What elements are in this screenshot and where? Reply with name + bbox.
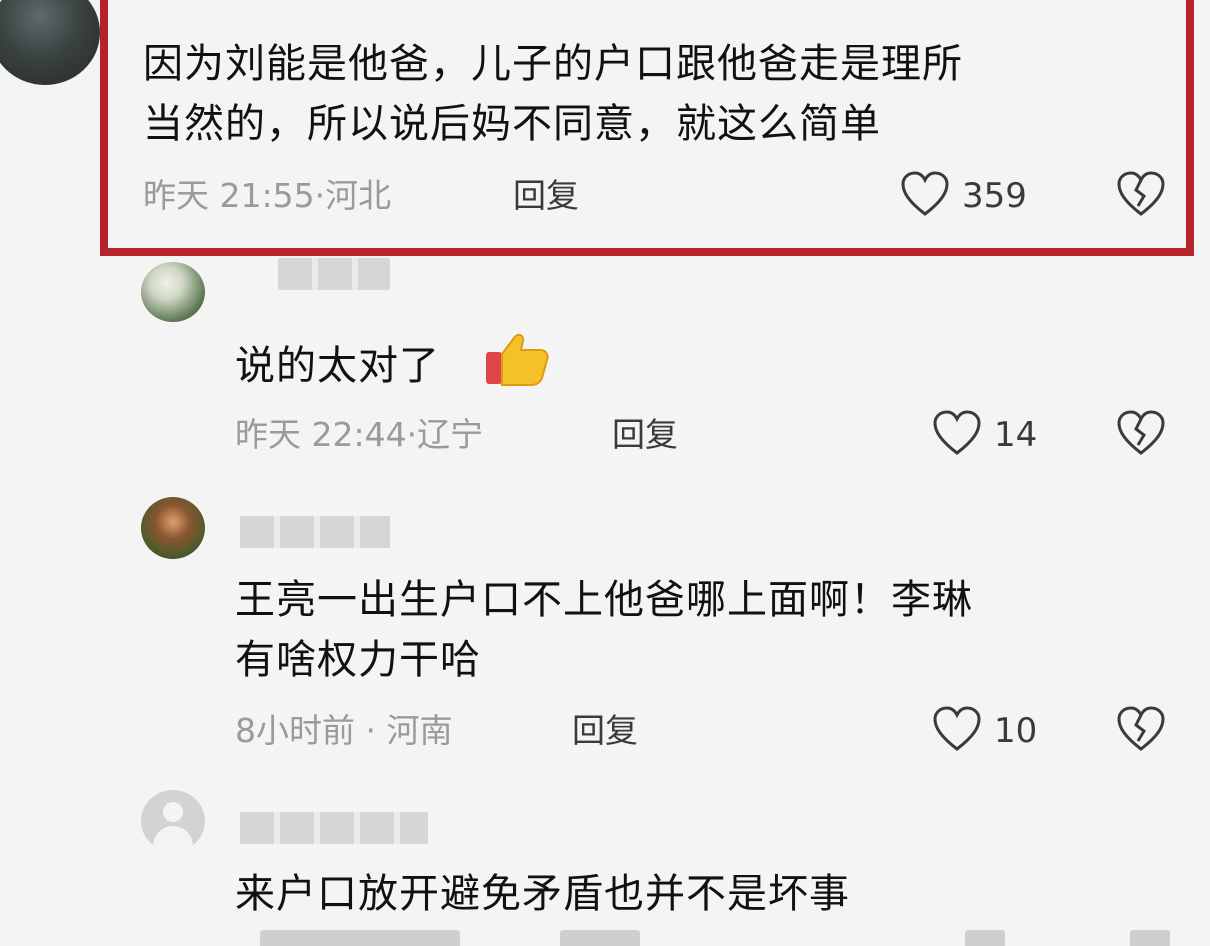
commenter-avatar[interactable] xyxy=(0,0,100,85)
broken-heart-icon[interactable] xyxy=(1116,705,1166,753)
cut-off-fragment xyxy=(260,930,460,946)
heart-outline-icon[interactable] xyxy=(932,705,982,753)
reply-meta: 8小时前 · 河南 xyxy=(235,709,452,753)
reply-button[interactable]: 回复 xyxy=(513,174,579,218)
reply-text: 王亮一出生户口不上他爸哪上面啊！李琳 有啥权力干哈 xyxy=(235,577,973,683)
comment-time: 昨天 21:55 xyxy=(143,176,315,215)
like-count: 10 xyxy=(994,711,1038,751)
username-blurred xyxy=(278,258,390,290)
heart-outline-icon[interactable] xyxy=(932,409,982,457)
meta-separator: · xyxy=(406,415,418,454)
reply-time: 8小时前 xyxy=(235,711,355,750)
reply-avatar[interactable] xyxy=(141,497,205,559)
heart-outline-icon[interactable] xyxy=(900,170,950,218)
reply-location: 河南 xyxy=(386,711,453,750)
reply-meta: 昨天 22:44·辽宁 xyxy=(235,413,483,457)
reply-text: 来户口放开避免矛盾也并不是坏事 xyxy=(235,871,850,917)
broken-heart-icon[interactable] xyxy=(1116,170,1166,218)
meta-separator: · xyxy=(314,176,326,215)
cut-off-fragment xyxy=(1130,930,1170,946)
default-avatar[interactable] xyxy=(141,790,205,852)
avatar-head-shape xyxy=(163,802,183,822)
cut-off-meta-row xyxy=(230,930,1210,946)
reply-text: 说的太对了 xyxy=(235,343,440,389)
cut-off-fragment xyxy=(965,930,1005,946)
thumbs-up-emoji-icon xyxy=(486,333,549,386)
username-blurred xyxy=(240,812,428,844)
reply-time: 昨天 22:44 xyxy=(235,415,407,454)
meta-separator: · xyxy=(355,711,387,750)
avatar-body-shape xyxy=(153,826,193,852)
broken-heart-icon[interactable] xyxy=(1116,409,1166,457)
reply-button[interactable]: 回复 xyxy=(572,709,638,753)
reply-avatar[interactable] xyxy=(141,262,205,322)
comment-location: 河北 xyxy=(325,176,392,215)
reply-button[interactable]: 回复 xyxy=(612,413,678,457)
username-blurred xyxy=(240,516,390,548)
cut-off-fragment xyxy=(560,930,640,946)
like-count: 14 xyxy=(994,415,1038,455)
reply-location: 辽宁 xyxy=(417,415,484,454)
like-count: 359 xyxy=(962,176,1027,216)
comment-text: 因为刘能是他爸，儿子的户口跟他爸走是理所 当然的，所以说后妈不同意，就这么简单 xyxy=(143,41,963,147)
comment-meta: 昨天 21:55·河北 xyxy=(143,174,391,218)
